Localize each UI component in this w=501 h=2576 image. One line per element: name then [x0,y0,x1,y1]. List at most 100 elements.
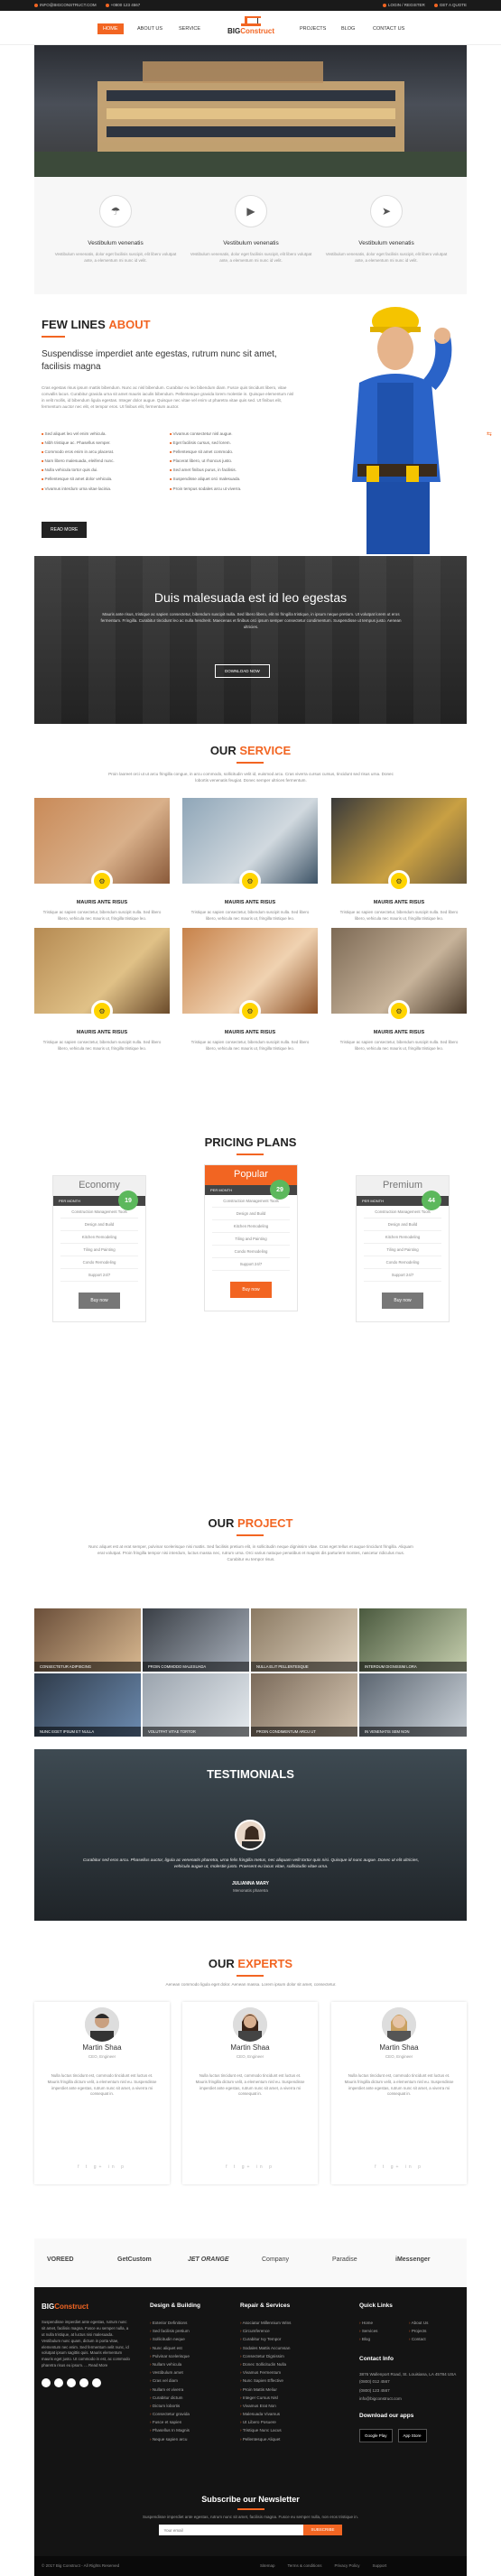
services-section: OUR SERVICE Proin laoreet orci ut ut arc… [34,724,467,1112]
service-text: Tristique ac sapien consectetur, bibendu… [339,1040,459,1051]
about-title: FEW LINES ABOUT [42,318,151,331]
footer-bottom-bar: © 2017 Big Construct - All Rights Reserv… [34,2556,467,2576]
service-title: MAURIS ANTE RISUS [224,900,276,905]
project-tile[interactable]: INTERDUM DIGNISSIM LORA [359,1608,467,1672]
hero-image [34,45,467,177]
social-icons[interactable]: f t g+ in p [182,2164,318,2170]
project-tile[interactable]: CONSECTETUR ADIPISCING [34,1608,141,1672]
project-tile[interactable]: NUNC EGET IPSUM ET NULLA [34,1673,141,1737]
feature-item: ▶ Vestibulum venenatis Vestibulum venena… [188,195,314,264]
buy-now-button[interactable]: Buy now [79,1293,120,1309]
experts-intro: Aenean commodo ligula eget dolor. Aenean… [165,1982,337,1987]
plan-price: 29 [270,1180,290,1200]
service-card[interactable]: ⚙ MAURIS ANTE RISUS Tristique ac sapien … [331,928,467,1052]
features-section: ☂ Vestibulum venenatis Vestibulum venena… [34,177,467,294]
projects-intro: Nunc aliquet est at erat semper, pulvina… [88,1544,413,1562]
phone-info[interactable]: +0800 123 4567 [105,3,140,7]
feature-title: Vestibulum venenatis [358,240,414,246]
nav-blog[interactable]: BLOG [341,26,355,32]
project-tile[interactable]: NULLA ELIT PELLENTESQUE [251,1608,357,1672]
google-plus-icon[interactable] [67,2378,76,2387]
email-info[interactable]: INFO@BIGCONSTRUCT.COM [34,3,97,7]
testimonials-section: TESTIMONIALS Curabitur sed eros arcu. Ph… [34,1749,467,1921]
phone-1: (0800) 012 4567 [359,2379,390,2385]
service-card[interactable]: ⚙ MAURIS ANTE RISUS Tristique ac sapien … [331,798,467,922]
brand-logo[interactable]: Company [262,2256,289,2263]
brands-strip: VOREED GetCustom JET ORANGE Company Para… [34,2238,467,2287]
newsletter-email-input[interactable] [159,2525,304,2535]
avatar [382,2007,416,2042]
testimonial-quote: Curabitur sed eros arcu. Phasellus aucto… [82,1858,420,1870]
expert-card: Martin Shaa CEO, Engineer Nulla luctus t… [34,2002,170,2184]
copyright: © 2017 Big Construct - All Rights Reserv… [42,2563,120,2568]
footer-col-quick: Quick Links HomeAbout Us ServicesProject… [359,2300,459,2443]
service-card[interactable]: ⚙ MAURIS ANTE RISUS Tristique ac sapien … [182,798,318,922]
logo-text-accent: Construct [240,27,274,35]
feature-title: Vestibulum venenatis [88,240,144,246]
project-tile[interactable]: PROIN CONDIMENTUM ARCU UT [251,1673,357,1737]
project-tile[interactable]: PROIN COMMODO MALESUADA [143,1608,249,1672]
social-icons[interactable]: f t g+ in p [331,2164,467,2170]
twitter-icon[interactable] [54,2378,63,2387]
service-card[interactable]: ⚙ MAURIS ANTE RISUS Tristique ac sapien … [34,928,170,1052]
service-title: MAURIS ANTE RISUS [76,900,128,905]
avatar [235,1820,265,1850]
feature-title: Vestibulum venenatis [223,240,279,246]
expert-name: Martin Shaa [230,2043,270,2052]
phone-icon [105,3,109,7]
brand-logo[interactable]: Paradise [332,2256,357,2263]
expert-role: CEO, Engineer [385,2054,413,2059]
buy-now-button[interactable]: Buy now [382,1293,423,1309]
social-icons[interactable]: f t g+ in p [34,2164,170,2170]
user-icon [383,3,387,7]
brand-logo[interactable]: VOREED [47,2256,74,2263]
nav-home[interactable]: HOME [97,23,124,34]
nav-about[interactable]: ABOUT US [137,26,162,32]
expert-text: Nulla luctus tincidunt est, commodo tinc… [47,2073,157,2097]
service-card[interactable]: ⚙ MAURIS ANTE RISUS Tristique ac sapien … [182,928,318,1052]
feature-item: ☂ Vestibulum venenatis Vestibulum venena… [52,195,179,264]
plan-premium: Premium 44 PER MONTH Construction Manage… [356,1175,450,1322]
feature-text: Vestibulum venenatis, dolor eget facilis… [54,252,177,263]
buy-now-button[interactable]: Buy now [230,1282,272,1298]
nav-projects[interactable]: PROJECTS [300,26,326,32]
download-button[interactable]: DOWNLOAD NOW [215,664,270,678]
service-badge-icon: ⚙ [388,1000,410,1022]
project-tile[interactable]: IN VENENATIS SEM NON [359,1673,467,1737]
expert-name: Martin Shaa [82,2043,122,2052]
google-play-button[interactable]: Google Play [359,2429,393,2443]
brand-logo[interactable]: GetCustom [117,2256,152,2263]
footer-email[interactable]: info@bigconstruct.com [359,2395,459,2403]
avatar [233,2007,267,2042]
linkedin-icon[interactable] [79,2378,88,2387]
title-underline [237,1534,264,1536]
site-logo[interactable]: BIGConstruct [224,14,278,42]
service-card[interactable]: ⚙ MAURIS ANTE RISUS Tristique ac sapien … [34,798,170,922]
quote-link[interactable]: GET A QUOTE [433,3,467,7]
settings-side-icon[interactable]: ⇆ [487,431,499,438]
service-title: MAURIS ANTE RISUS [373,1030,425,1035]
projects-section: OUR PROJECT Nunc aliquet est at erat sem… [34,1473,467,1749]
service-badge-icon: ⚙ [239,1000,261,1022]
nav-service[interactable]: SERVICE [179,26,200,32]
brand-logo[interactable]: iMessenger [395,2256,431,2263]
brand-logo[interactable]: JET ORANGE [188,2256,229,2263]
subscribe-button[interactable]: SUBSCRIBE [303,2525,342,2535]
testimonials-title: TESTIMONIALS [207,1767,294,1781]
service-title: MAURIS ANTE RISUS [373,900,425,905]
facebook-icon[interactable] [42,2378,51,2387]
read-more-button[interactable]: READ MORE [42,522,88,538]
pinterest-icon[interactable] [92,2378,101,2387]
pricing-title: PRICING PLANS [204,1135,297,1149]
expert-card: Martin Shaa CEO, Engineer Nulla luctus t… [331,2002,467,2184]
testimonial-name: JULIANNA MARY [231,1881,270,1886]
nav-contact[interactable]: CONTACT US [373,26,404,32]
feature-text: Vestibulum venenatis, dolor eget facilis… [190,252,312,263]
footer-logo[interactable]: BIGConstruct [42,2300,132,2314]
app-store-button[interactable]: App Store [397,2429,427,2443]
login-link[interactable]: LOGIN / REGISTER [383,3,425,7]
project-tile[interactable]: VOLUTPAT VITAE TORTOR [143,1673,249,1737]
service-title: MAURIS ANTE RISUS [76,1030,128,1035]
newsletter: Subscribe our Newsletter Suspendisse imp… [34,2495,467,2535]
expert-text: Nulla luctus tincidunt est, commodo tinc… [344,2073,454,2097]
